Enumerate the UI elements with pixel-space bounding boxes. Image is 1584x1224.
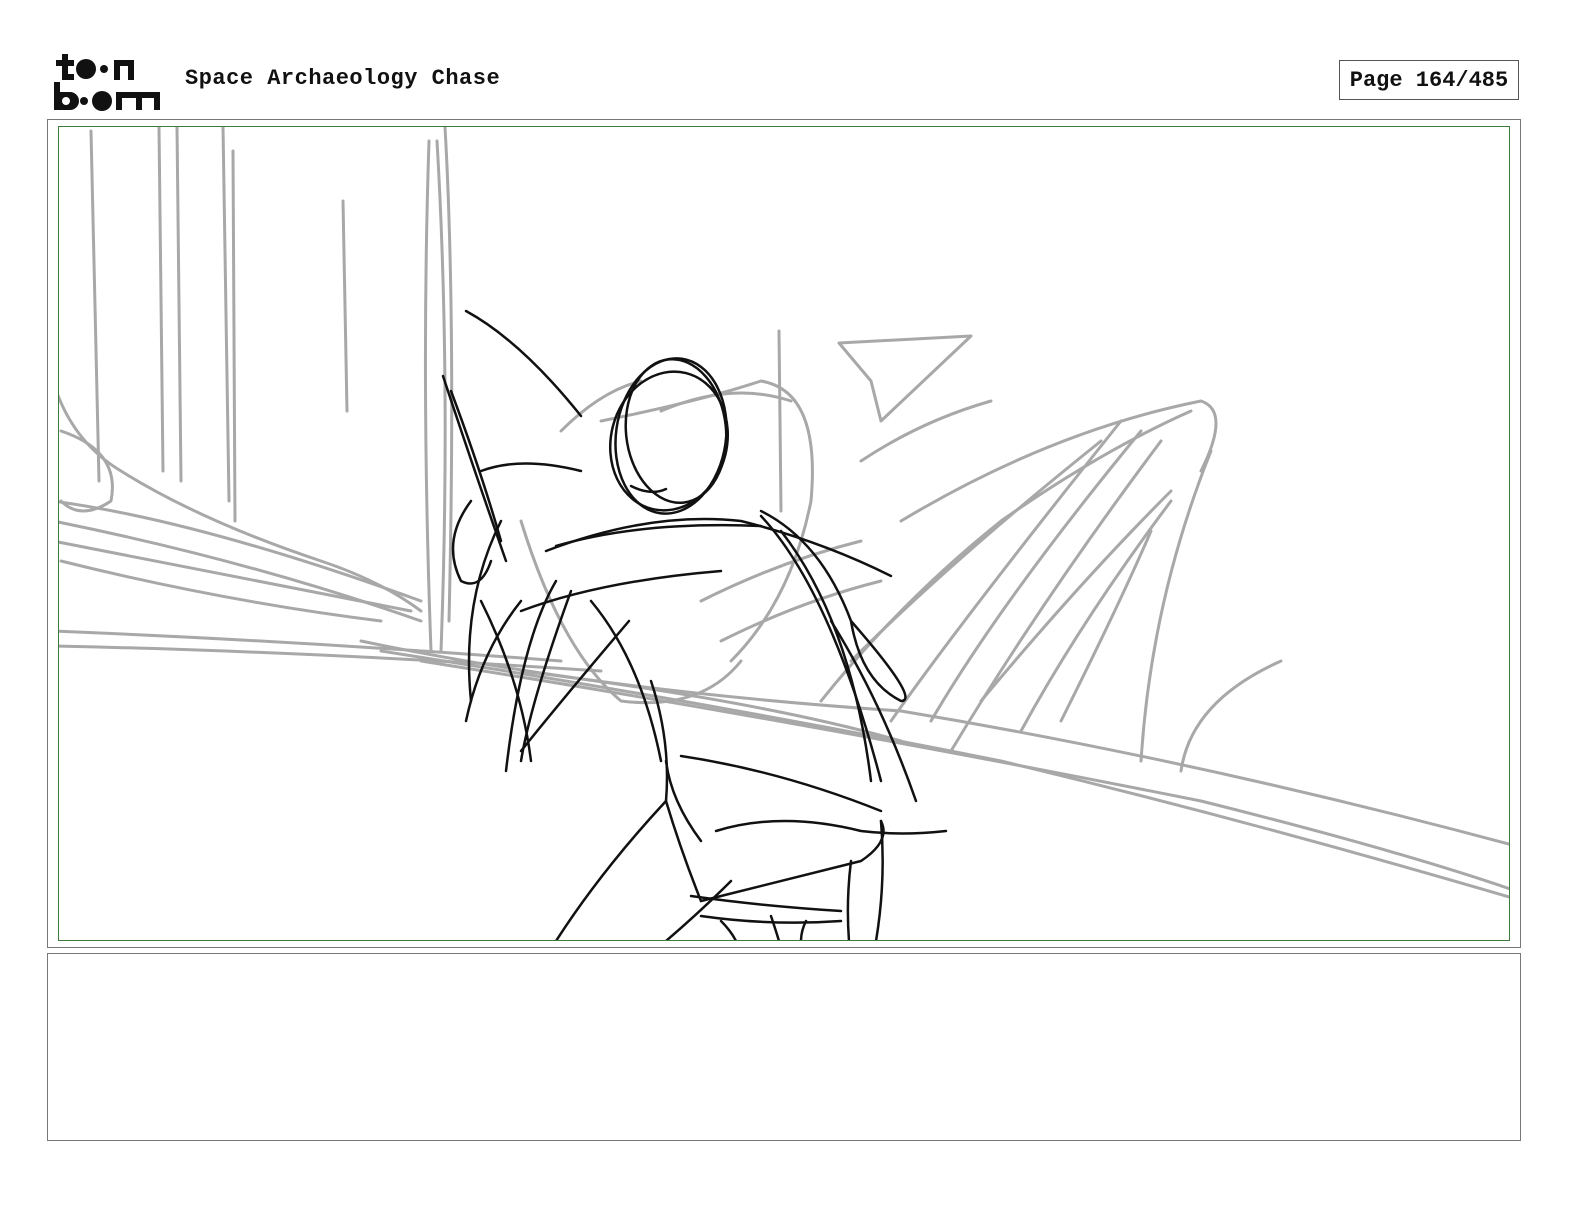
panel-image-area [58,126,1510,941]
toon-boom-logo [54,54,160,111]
project-title: Space Archaeology Chase [185,66,501,91]
sketch-image [59,127,1509,940]
page-number: Page 164/485 [1339,60,1519,100]
notes-area [47,953,1521,1141]
